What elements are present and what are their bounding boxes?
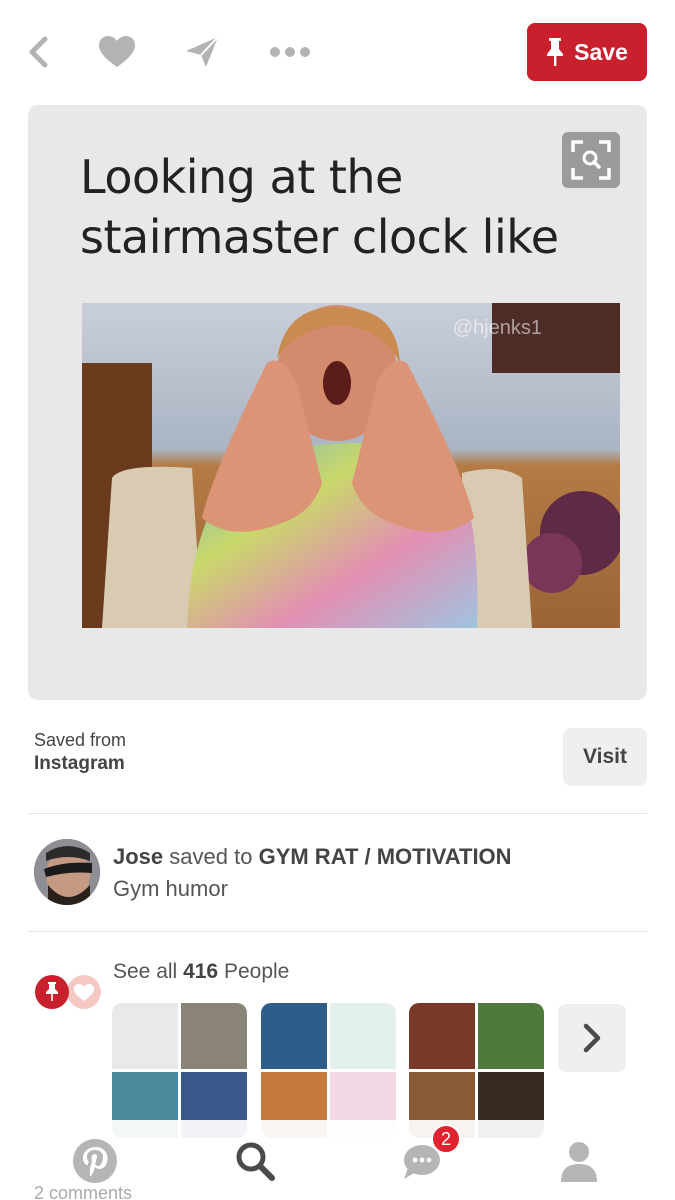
back-arrow-icon[interactable] <box>16 30 60 74</box>
pin-description: Gym humor <box>113 876 228 901</box>
pin-image[interactable]: Looking at the stairmaster clock like @h… <box>28 105 647 700</box>
meme-caption-line-1: Looking at the <box>80 150 403 204</box>
visual-search-icon <box>571 140 611 180</box>
saves-and-likes-icons <box>34 972 104 1012</box>
visual-search-button[interactable] <box>562 132 620 188</box>
board-thumbnail[interactable] <box>409 1003 544 1138</box>
visit-button[interactable]: Visit <box>563 728 647 786</box>
save-button[interactable]: Save <box>527 23 647 81</box>
save-label: Save <box>574 38 628 65</box>
search-icon[interactable] <box>228 1134 282 1188</box>
chevron-right-icon <box>583 1023 601 1053</box>
source-info: Saved from Instagram <box>34 728 126 776</box>
notification-badge: 2 <box>431 1124 461 1154</box>
avatar[interactable] <box>34 839 100 905</box>
saver-line: Jose saved to GYM RAT / MOTIVATION <box>113 844 512 870</box>
meme-caption: Looking at the stairmaster clock like <box>80 147 559 267</box>
saved-from-label: Saved from <box>34 730 127 750</box>
meme-caption-line-2: stairmaster clock like <box>80 210 559 264</box>
next-button[interactable] <box>558 1004 626 1072</box>
board-thumbnail[interactable] <box>112 1003 247 1138</box>
saver-name[interactable]: Jose <box>113 844 163 869</box>
people-count: 416 <box>183 960 219 983</box>
divider <box>28 813 647 814</box>
watermark: @hjenks1 <box>452 317 542 339</box>
saver-action: saved to <box>169 844 253 869</box>
source-name[interactable]: Instagram <box>34 752 126 776</box>
top-bar: Save <box>0 0 675 105</box>
see-all-people-link[interactable]: See all 416 People <box>113 960 289 984</box>
heart-icon[interactable] <box>95 30 139 74</box>
send-icon[interactable] <box>180 30 224 74</box>
see-all-prefix: See all <box>113 960 178 983</box>
board-thumbnail[interactable] <box>261 1003 396 1138</box>
comments-count[interactable]: 2 comments <box>34 1183 132 1200</box>
pinterest-home-icon[interactable] <box>68 1134 122 1188</box>
profile-icon[interactable] <box>552 1134 606 1188</box>
meme-photo: @hjenks1 <box>82 303 620 628</box>
board-name[interactable]: GYM RAT / MOTIVATION <box>259 844 512 869</box>
divider <box>28 931 647 932</box>
see-all-suffix: People <box>223 960 290 983</box>
pushpin-icon <box>547 38 564 66</box>
more-icon[interactable] <box>268 30 312 74</box>
